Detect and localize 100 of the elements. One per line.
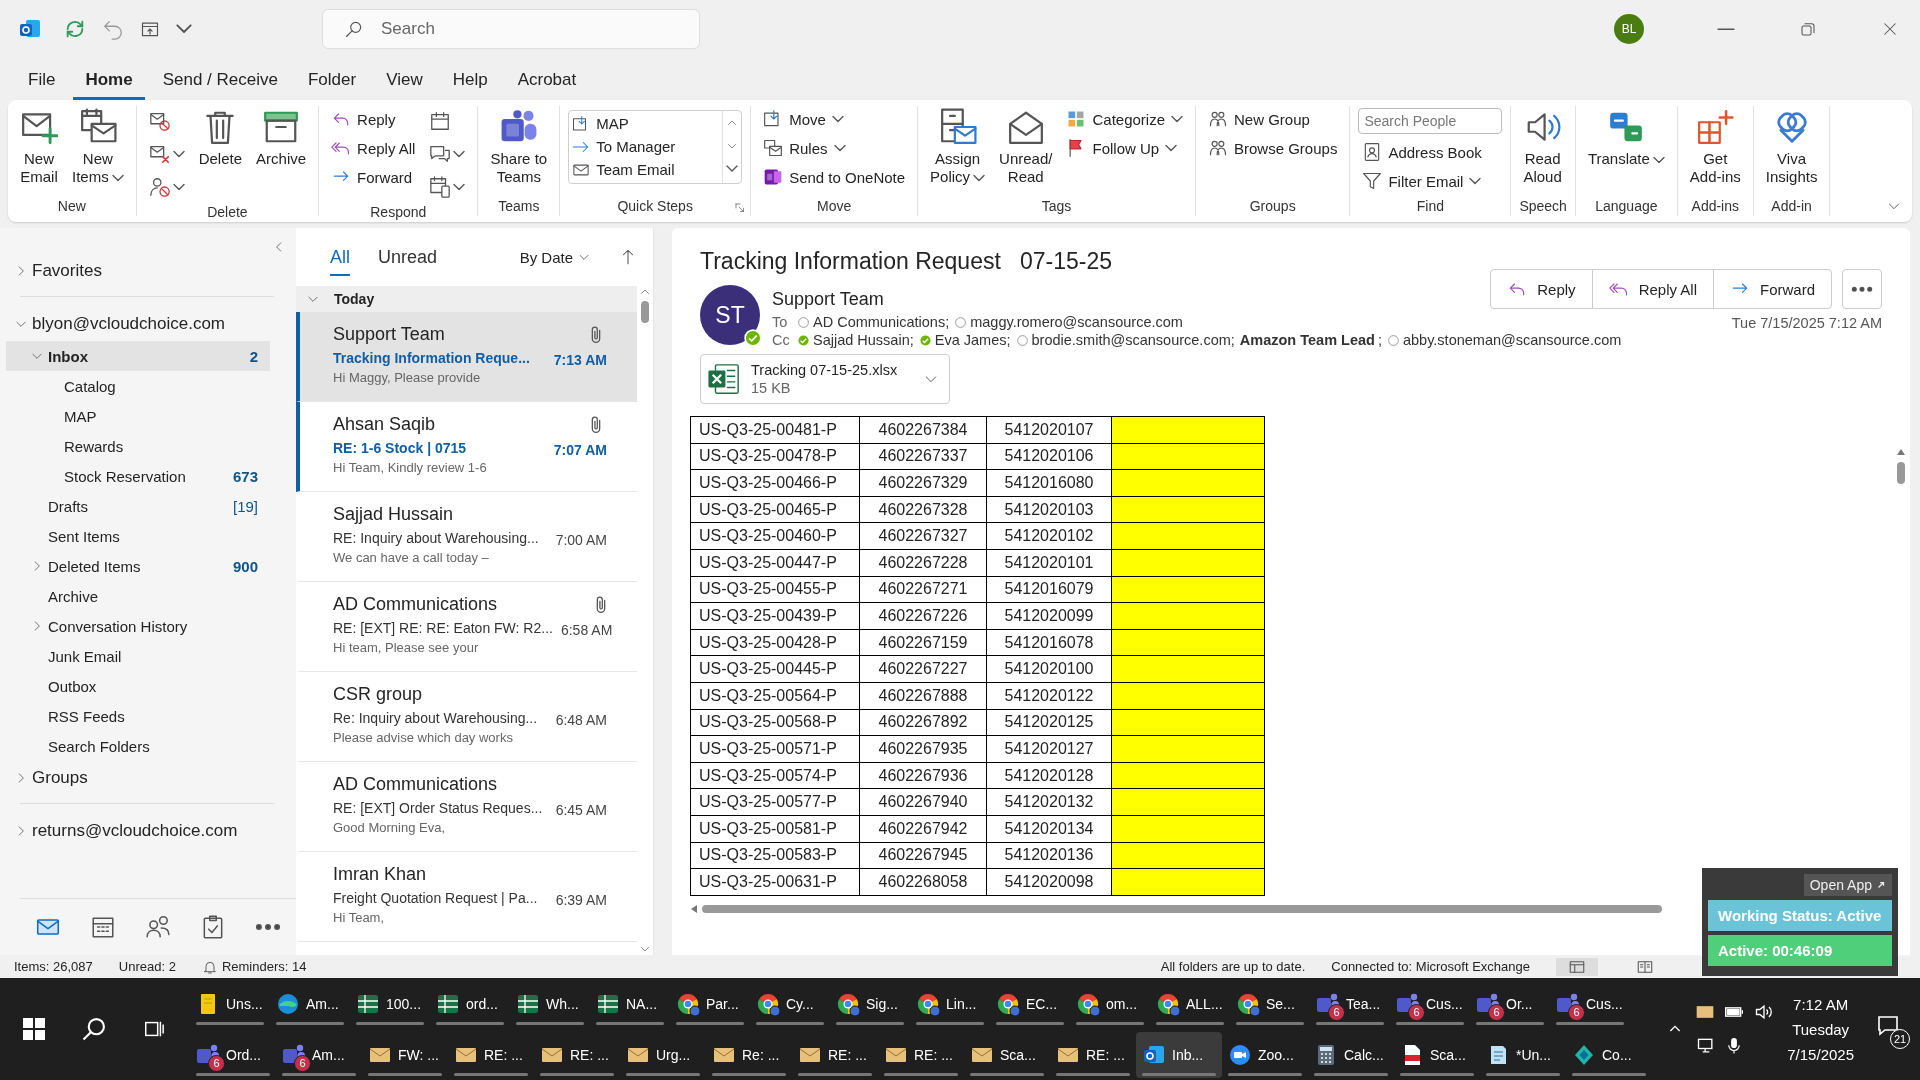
taskbar-button[interactable]: ord... — [430, 980, 510, 1027]
taskbar-button[interactable]: FW: ... — [362, 1031, 448, 1078]
folder-item[interactable]: Inbox 2 — [6, 341, 270, 371]
recipient[interactable]: Eva James; — [918, 332, 1011, 348]
clock[interactable]: 7:12 AM Tuesday 7/15/2025 — [1787, 995, 1854, 1063]
taskbar-button[interactable]: ALL... — [1150, 980, 1230, 1027]
ribbon-button[interactable]: Unread/ Read — [995, 106, 1057, 188]
taskbar-button[interactable]: RE: ... — [1050, 1031, 1136, 1078]
taskbar-button[interactable]: Sca... — [964, 1031, 1050, 1078]
folder-item[interactable]: Drafts [19] — [6, 491, 270, 521]
taskbar-button[interactable]: 6 Cus... — [1390, 980, 1470, 1027]
recipient[interactable]: maggy.romero@scansource.com — [954, 314, 1183, 330]
open-app-button[interactable]: Open App — [1803, 874, 1892, 896]
taskbar-button[interactable]: Wh... — [510, 980, 590, 1027]
scroll-thumb[interactable] — [702, 904, 1662, 913]
taskbar-button[interactable]: Uns... — [190, 980, 270, 1027]
ribbon-button[interactable]: Forward — [327, 164, 420, 190]
folder-item[interactable]: Search Folders — [6, 731, 270, 761]
scroll-left-icon[interactable] — [690, 903, 698, 914]
taskbar-button[interactable]: Zoo... — [1222, 1031, 1308, 1078]
taskbar-button[interactable]: om... — [1070, 980, 1150, 1027]
ribbon-button[interactable]: Share to Teams — [486, 106, 552, 188]
recipient[interactable]: abby.stoneman@scansource.com — [1386, 332, 1622, 348]
ribbon-button[interactable]: Filter Email — [1358, 168, 1503, 194]
ribbon-tab[interactable]: File — [16, 64, 68, 100]
taskbar-button[interactable]: 6 Tea... — [1310, 980, 1390, 1027]
ribbon-button[interactable]: Browse Groups — [1204, 135, 1342, 161]
folder-item[interactable]: Deleted Items 900 — [6, 551, 270, 581]
ribbon-button[interactable]: Address Book — [1358, 139, 1503, 165]
ribbon-button[interactable]: Move — [759, 106, 910, 132]
taskbar-button[interactable]: Inb... — [1136, 1031, 1222, 1078]
folder-item[interactable]: Rewards — [6, 431, 270, 461]
message-item[interactable]: Support Team Tracking Information Reque... 7:13 AM Hi Maggy, Please provide — [296, 312, 637, 402]
ribbon-button[interactable]: Read Aloud — [1519, 106, 1566, 188]
taskbar-button[interactable]: Par... — [670, 980, 750, 1027]
ribbon-tab[interactable]: View — [374, 64, 435, 100]
ribbon-tab[interactable]: Folder — [295, 64, 369, 100]
taskbar-button[interactable]: Se... — [1230, 980, 1310, 1027]
taskbar-button[interactable]: RE: ... — [792, 1031, 878, 1078]
ribbon-button[interactable]: Get Add-ins — [1685, 106, 1745, 188]
taskbar-button[interactable]: Cy... — [750, 980, 830, 1027]
quick-step-item[interactable]: To Manager — [572, 135, 720, 158]
recipient[interactable]: brodie.smith@scansource.com; — [1015, 332, 1235, 348]
folder-item[interactable]: Outbox — [6, 671, 270, 701]
notifications-button[interactable]: 21 — [1872, 1009, 1910, 1049]
taskbar-button[interactable]: Am... — [270, 980, 350, 1027]
reminders-button[interactable]: Reminders: 14 — [201, 958, 307, 975]
folder-item[interactable]: Conversation History — [6, 611, 270, 641]
taskbar-button[interactable]: Sig... — [830, 980, 910, 1027]
attachment-card[interactable]: Tracking 07-15-25.xlsx 15 KB — [700, 354, 950, 404]
taskbar-button[interactable]: RE: ... — [534, 1031, 620, 1078]
reply-all-button[interactable]: Reply All — [1592, 270, 1714, 308]
folder-item[interactable]: MAP — [6, 401, 270, 431]
taskbar-button[interactable]: EC... — [990, 980, 1070, 1027]
reply-button[interactable]: Reply — [1491, 270, 1593, 308]
forward-button[interactable]: Forward — [1714, 270, 1831, 308]
taskbar-button[interactable]: RE: ... — [448, 1031, 534, 1078]
ribbon-button[interactable]: New Items — [68, 106, 128, 188]
sender-name[interactable]: Support Team — [772, 289, 884, 310]
filter-tab[interactable]: All — [330, 238, 350, 276]
recipient[interactable]: AD Communications; — [797, 314, 950, 330]
dialog-launcher-button[interactable] — [734, 202, 747, 214]
normal-view-button[interactable] — [1556, 957, 1598, 976]
folder-item[interactable]: Stock Reservation 673 — [6, 461, 270, 491]
ribbon-button[interactable]: New Email — [16, 106, 62, 188]
folder-item[interactable]: Catalog — [6, 371, 270, 401]
scroll-thumb[interactable] — [1897, 462, 1905, 484]
ribbon-tab[interactable]: Help — [440, 64, 500, 100]
taskbar-button[interactable]: *Un... — [1480, 1031, 1566, 1078]
taskbar-button[interactable]: 6 Or... — [1470, 980, 1550, 1027]
taskbar-button[interactable]: Re: ... — [706, 1031, 792, 1078]
folder-item[interactable]: Archive — [6, 581, 270, 611]
taskbar-button[interactable]: 6 Cus... — [1550, 980, 1630, 1027]
quick-step-item[interactable]: MAP — [572, 112, 720, 135]
taskbar-button[interactable]: Co... — [1566, 1031, 1652, 1078]
section-header[interactable]: Favorites — [6, 254, 270, 288]
ribbon-button[interactable]: Delete — [194, 106, 247, 170]
ribbon-button[interactable]: Send to OneNote — [759, 164, 910, 190]
scroll-up-icon[interactable] — [1896, 448, 1906, 456]
search-field[interactable]: Search — [322, 9, 700, 49]
ribbon-button[interactable]: Translate — [1583, 106, 1669, 170]
taskbar-button[interactable]: RE: ... — [878, 1031, 964, 1078]
section-header[interactable]: Groups — [6, 761, 270, 795]
sender-avatar[interactable]: ST — [700, 285, 760, 345]
account-item[interactable]: returns@vcloudchoice.com — [6, 814, 270, 848]
more-button[interactable] — [1842, 269, 1882, 309]
taskbar-button[interactable]: 100... — [350, 980, 430, 1027]
group-header[interactable]: Today — [296, 286, 637, 312]
folder-item[interactable]: Sent Items — [6, 521, 270, 551]
ribbon-tab[interactable]: Send / Receive — [150, 64, 290, 100]
folder-item[interactable]: RSS Feeds — [6, 701, 270, 731]
account-item[interactable]: blyon@vcloudchoice.com — [6, 307, 270, 341]
ribbon-tab[interactable]: Acrobat — [505, 64, 589, 100]
search-people-field[interactable]: Search People — [1358, 108, 1503, 134]
sort-button[interactable]: By Date — [519, 248, 591, 266]
ribbon-button[interactable]: Rules — [759, 135, 910, 161]
ribbon-button[interactable]: Viva Insights — [1761, 106, 1822, 188]
taskbar-button[interactable]: 6 Ord... — [190, 1031, 276, 1078]
taskbar-button[interactable]: NA... — [590, 980, 670, 1027]
ribbon-button[interactable]: New Group — [1204, 106, 1342, 132]
